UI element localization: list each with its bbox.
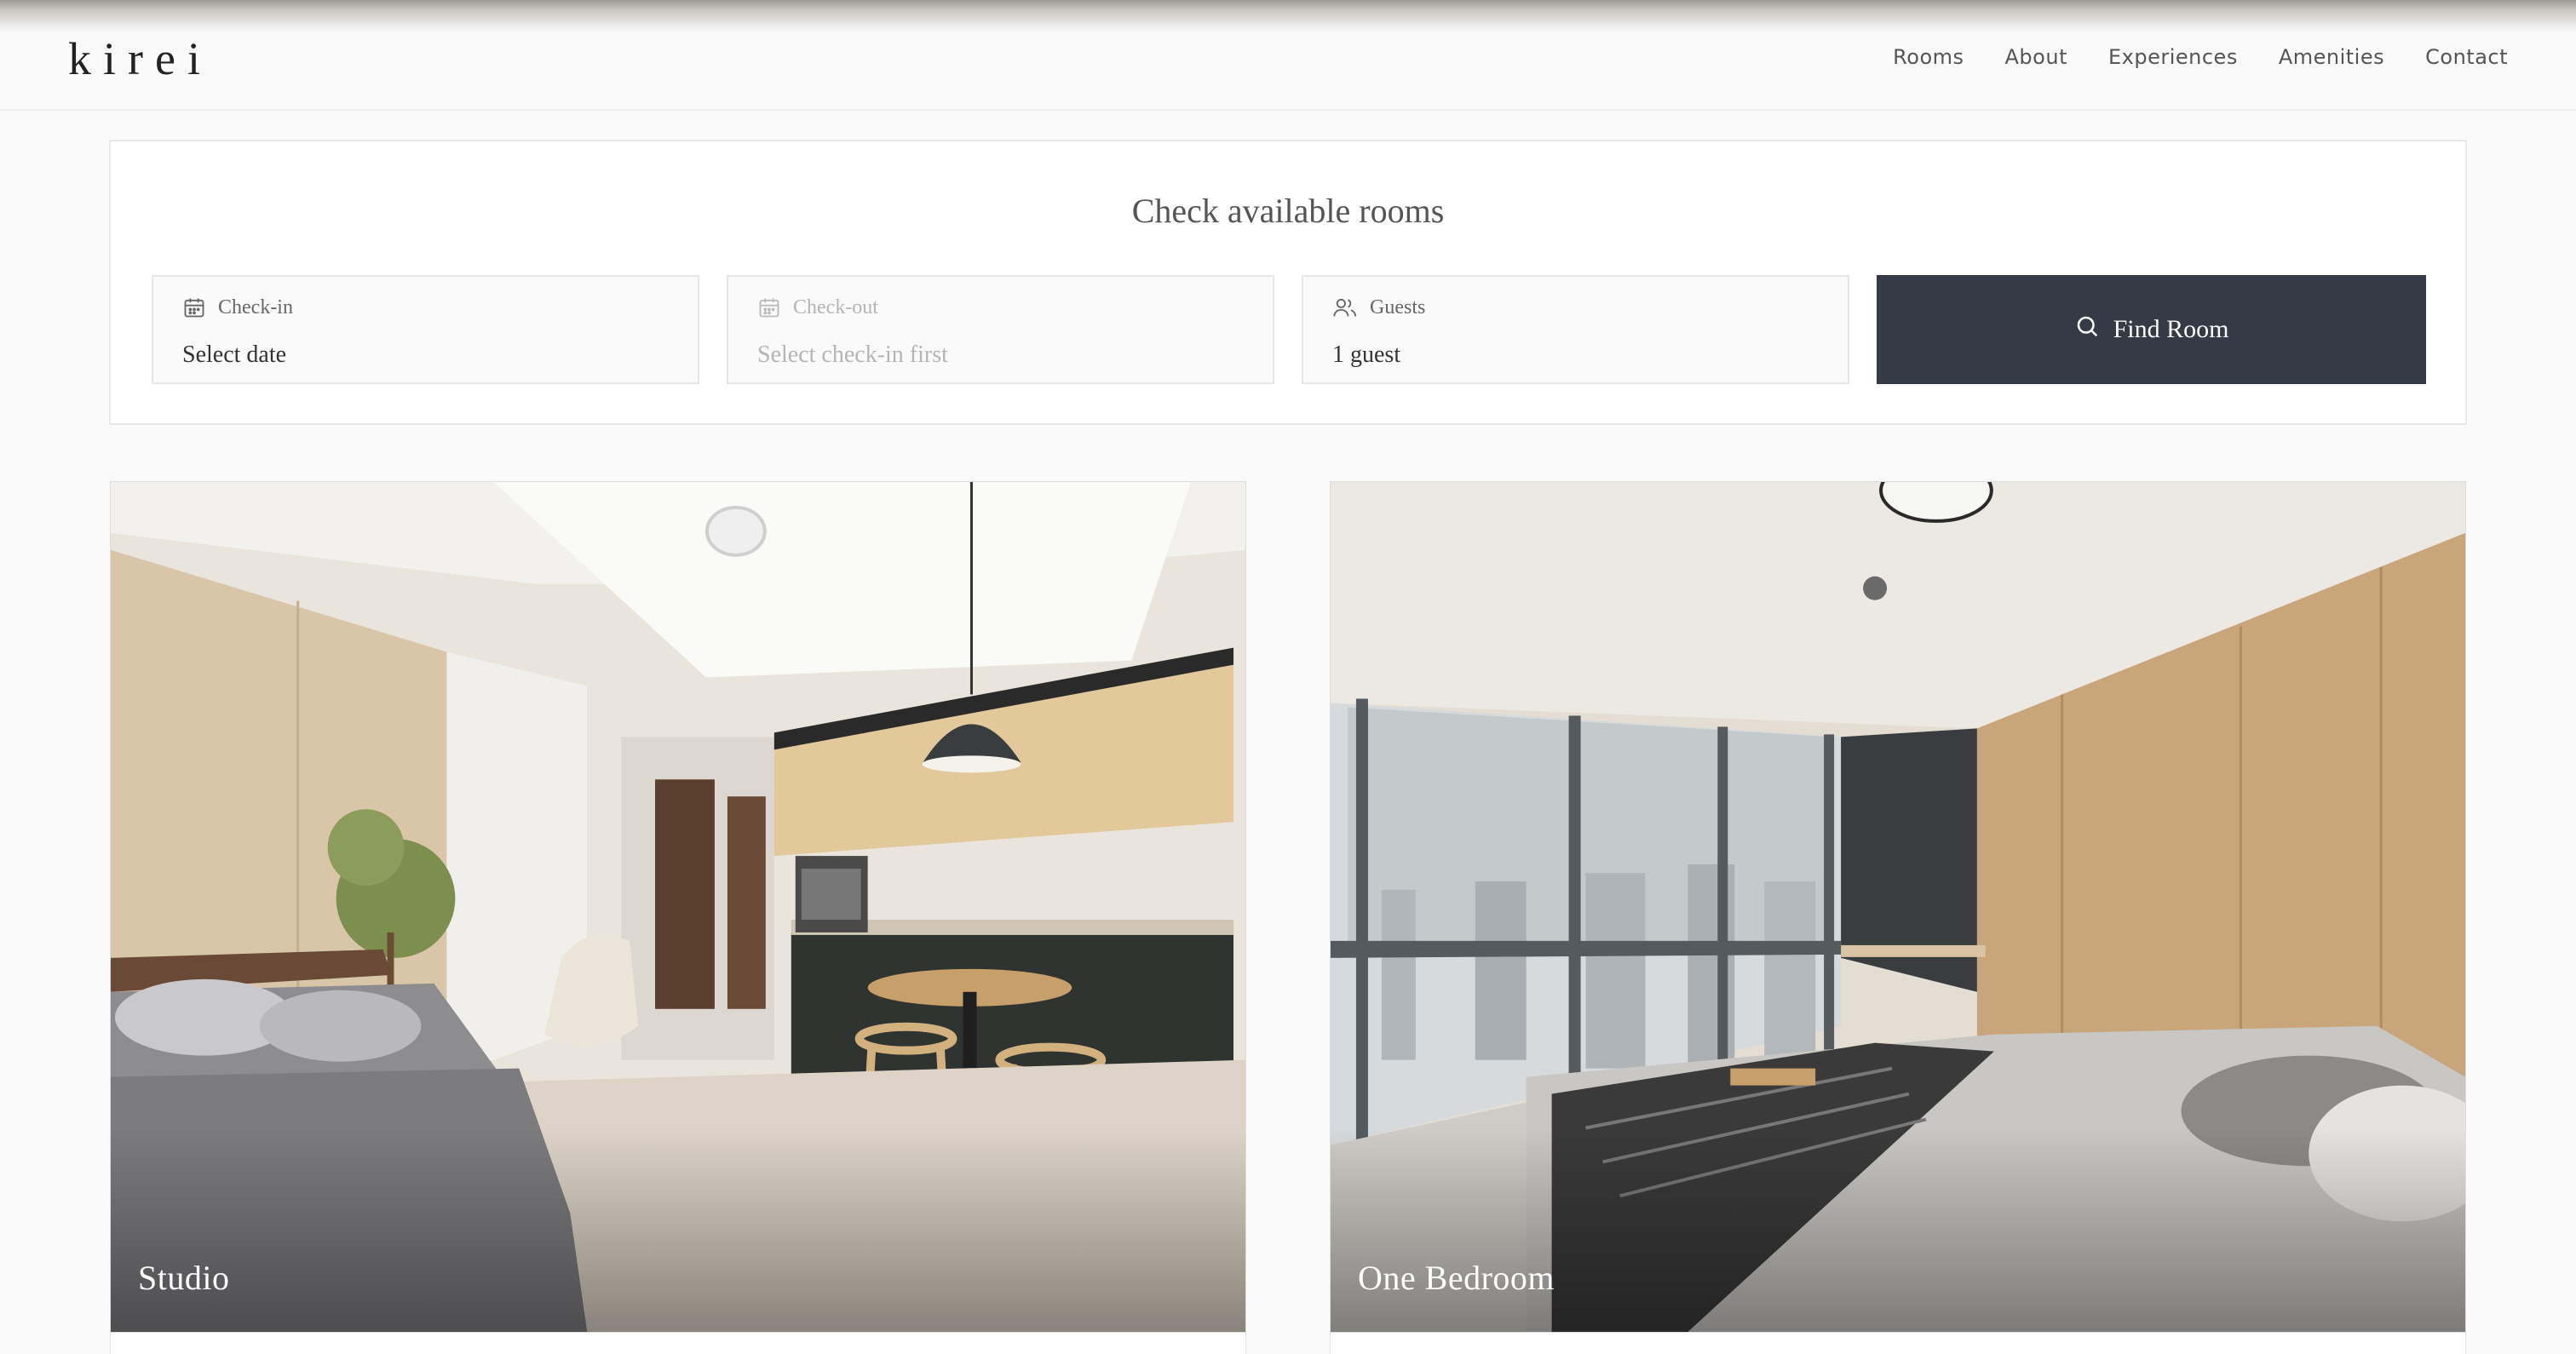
nav-about[interactable]: About: [2005, 45, 2067, 69]
room-card-one-bedroom[interactable]: One Bedroom: [1330, 481, 2466, 1333]
guests-field[interactable]: Guests 1 guest: [1302, 275, 1849, 384]
users-icon: [1332, 295, 1358, 319]
nav-rooms[interactable]: Rooms: [1893, 45, 1964, 69]
page: kirei Rooms About Experiences Amenities …: [0, 0, 2576, 1354]
guests-label: Guests: [1370, 295, 1426, 318]
room-card-studio[interactable]: Studio: [110, 481, 1246, 1333]
nav-contact[interactable]: Contact: [2425, 45, 2508, 69]
checkin-field[interactable]: Check-in Select date: [152, 275, 699, 384]
main-nav: Rooms About Experiences Amenities Contac…: [1852, 45, 2508, 69]
checkin-value: Select date: [182, 341, 287, 368]
room-name-studio: Studio: [138, 1259, 230, 1297]
calendar-icon: [182, 295, 206, 319]
find-room-label: Find Room: [2113, 315, 2229, 343]
card-footer-studio: [110, 1333, 1246, 1354]
search-icon: [2074, 313, 2100, 346]
checkout-field[interactable]: Check-out Select check-in first: [727, 275, 1274, 384]
card-footer-one-bedroom: [1330, 1333, 2466, 1354]
checkout-value: Select check-in first: [757, 341, 948, 368]
booking-title: Check available rooms: [1131, 192, 1445, 230]
nav-amenities[interactable]: Amenities: [2279, 45, 2384, 69]
site-header: kirei Rooms About Experiences Amenities …: [0, 0, 2576, 111]
room-name-one-bedroom: One Bedroom: [1358, 1259, 1555, 1297]
nav-experiences[interactable]: Experiences: [2108, 45, 2238, 69]
logo[interactable]: kirei: [68, 32, 212, 85]
checkin-label: Check-in: [218, 295, 293, 318]
booking-panel: Check available rooms Check-in Select da…: [109, 140, 2467, 425]
guests-value: 1 guest: [1332, 341, 1401, 368]
find-room-button[interactable]: Find Room: [1877, 275, 2426, 384]
calendar-icon: [757, 295, 781, 319]
checkout-label: Check-out: [793, 295, 878, 318]
